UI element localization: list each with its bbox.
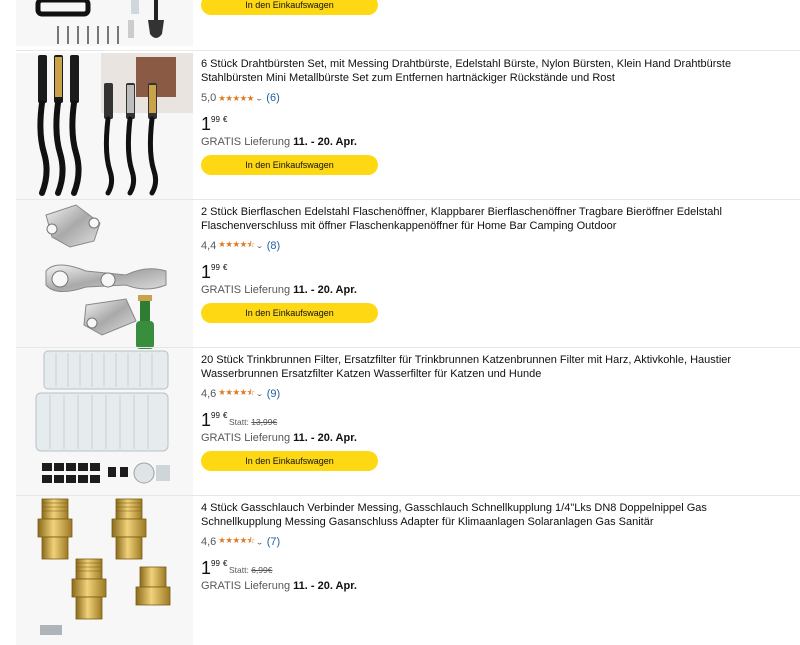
price-currency: € [223, 559, 228, 568]
brass-connector-image [37, 498, 171, 635]
price: 1 99 € [201, 260, 761, 282]
delivery-label: GRATIS Lieferung [201, 580, 291, 592]
rating-value: 5,0 [201, 92, 217, 104]
old-price: 6,99€ [251, 565, 273, 575]
product-title[interactable]: 6 Stück Drahtbürsten Set, mit Messing Dr… [201, 58, 761, 85]
product-image-partial[interactable] [16, 0, 193, 46]
product-card: 4 Stück Gasschlauch Verbinder Messing, G… [0, 497, 800, 645]
rating-row: 4,6 ★★★★⯪ ⌄ (9) [201, 387, 761, 401]
price-whole: 1 [201, 410, 212, 430]
bottle-opener-image [45, 204, 167, 349]
delivery-date: 11. - 20. Apr. [293, 580, 357, 592]
rating-row: 4,6 ★★★★⯪ ⌄ (7) [201, 535, 761, 549]
price-fraction: 99 [211, 559, 220, 568]
rating-value: 4,4 [201, 240, 217, 252]
price-currency: € [223, 115, 228, 124]
product-image[interactable] [16, 53, 193, 201]
star-rating-icon[interactable]: ★★★★★ [218, 93, 254, 104]
price: 1 99 € Statt: 13,99€ [201, 408, 761, 430]
review-count[interactable]: (9) [267, 388, 280, 400]
price-whole: 1 [201, 262, 212, 282]
divider [16, 199, 800, 200]
product-image[interactable] [16, 349, 193, 497]
delivery-date: 11. - 20. Apr. [293, 284, 357, 296]
chevron-down-icon[interactable]: ⌄ [255, 94, 263, 102]
delivery-info: GRATIS Lieferung 11. - 20. Apr. [201, 580, 761, 592]
divider [16, 50, 800, 51]
old-price: 13,99€ [251, 417, 278, 427]
star-rating-icon[interactable]: ★★★★⯪ [218, 387, 255, 401]
price-currency: € [223, 411, 228, 420]
delivery-info: GRATIS Lieferung 11. - 20. Apr. [201, 136, 761, 148]
add-to-cart-button[interactable]: In den Einkaufswagen [201, 0, 378, 15]
price-currency: € [223, 263, 228, 272]
water-filter-image [35, 350, 170, 484]
rating-value: 4,6 [201, 388, 217, 400]
rating-row: 4,4 ★★★★⯪ ⌄ (8) [201, 239, 761, 253]
divider [16, 347, 800, 348]
delivery-label: GRATIS Lieferung [201, 432, 291, 444]
product-card: 2 Stück Bierflaschen Edelstahl Flaschenö… [0, 201, 800, 349]
review-count[interactable]: (7) [267, 536, 280, 548]
product-title[interactable]: 2 Stück Bierflaschen Edelstahl Flaschenö… [201, 206, 761, 233]
list-price-label: Statt: [229, 417, 249, 427]
rating-value: 4,6 [201, 536, 217, 548]
delivery-date: 11. - 20. Apr. [293, 136, 357, 148]
delivery-label: GRATIS Lieferung [201, 136, 291, 148]
divider [16, 495, 800, 496]
review-count[interactable]: (6) [266, 92, 279, 104]
product-title[interactable]: 20 Stück Trinkbrunnen Filter, Ersatzfilt… [201, 354, 761, 381]
delivery-date: 11. - 20. Apr. [293, 432, 357, 444]
list-price: Statt: 13,99€ [229, 417, 277, 427]
price-fraction: 99 [211, 115, 220, 124]
price-fraction: 99 [211, 263, 220, 272]
chevron-down-icon[interactable]: ⌄ [255, 538, 263, 546]
chevron-down-icon[interactable]: ⌄ [255, 390, 263, 398]
price: 1 99 € [201, 112, 761, 134]
add-to-cart-button[interactable]: In den Einkaufswagen [201, 303, 378, 323]
delivery-info: GRATIS Lieferung 11. - 20. Apr. [201, 432, 761, 444]
price: 1 99 € Statt: 6,99€ [201, 556, 761, 578]
list-price-label: Statt: [229, 565, 249, 575]
star-rating-icon[interactable]: ★★★★⯪ [218, 535, 255, 549]
add-to-cart-button[interactable]: In den Einkaufswagen [201, 451, 378, 471]
price-fraction: 99 [211, 411, 220, 420]
price-whole: 1 [201, 558, 212, 578]
product-title[interactable]: 4 Stück Gasschlauch Verbinder Messing, G… [201, 502, 761, 529]
product-image[interactable] [16, 201, 193, 349]
product-card: 20 Stück Trinkbrunnen Filter, Ersatzfilt… [0, 349, 800, 497]
price-whole: 1 [201, 114, 212, 134]
review-count[interactable]: (8) [267, 240, 280, 252]
add-to-cart-button[interactable]: In den Einkaufswagen [201, 155, 378, 175]
rating-row: 5,0 ★★★★★ ⌄ (6) [201, 91, 761, 105]
product-image[interactable] [16, 497, 193, 645]
star-rating-icon[interactable]: ★★★★⯪ [218, 239, 255, 253]
wire-brush-image [37, 53, 193, 196]
list-price: Statt: 6,99€ [229, 565, 273, 575]
tool-set-image [35, 0, 164, 44]
delivery-label: GRATIS Lieferung [201, 284, 291, 296]
delivery-info: GRATIS Lieferung 11. - 20. Apr. [201, 284, 761, 296]
product-card: 6 Stück Drahtbürsten Set, mit Messing Dr… [0, 53, 800, 201]
chevron-down-icon[interactable]: ⌄ [255, 242, 263, 250]
